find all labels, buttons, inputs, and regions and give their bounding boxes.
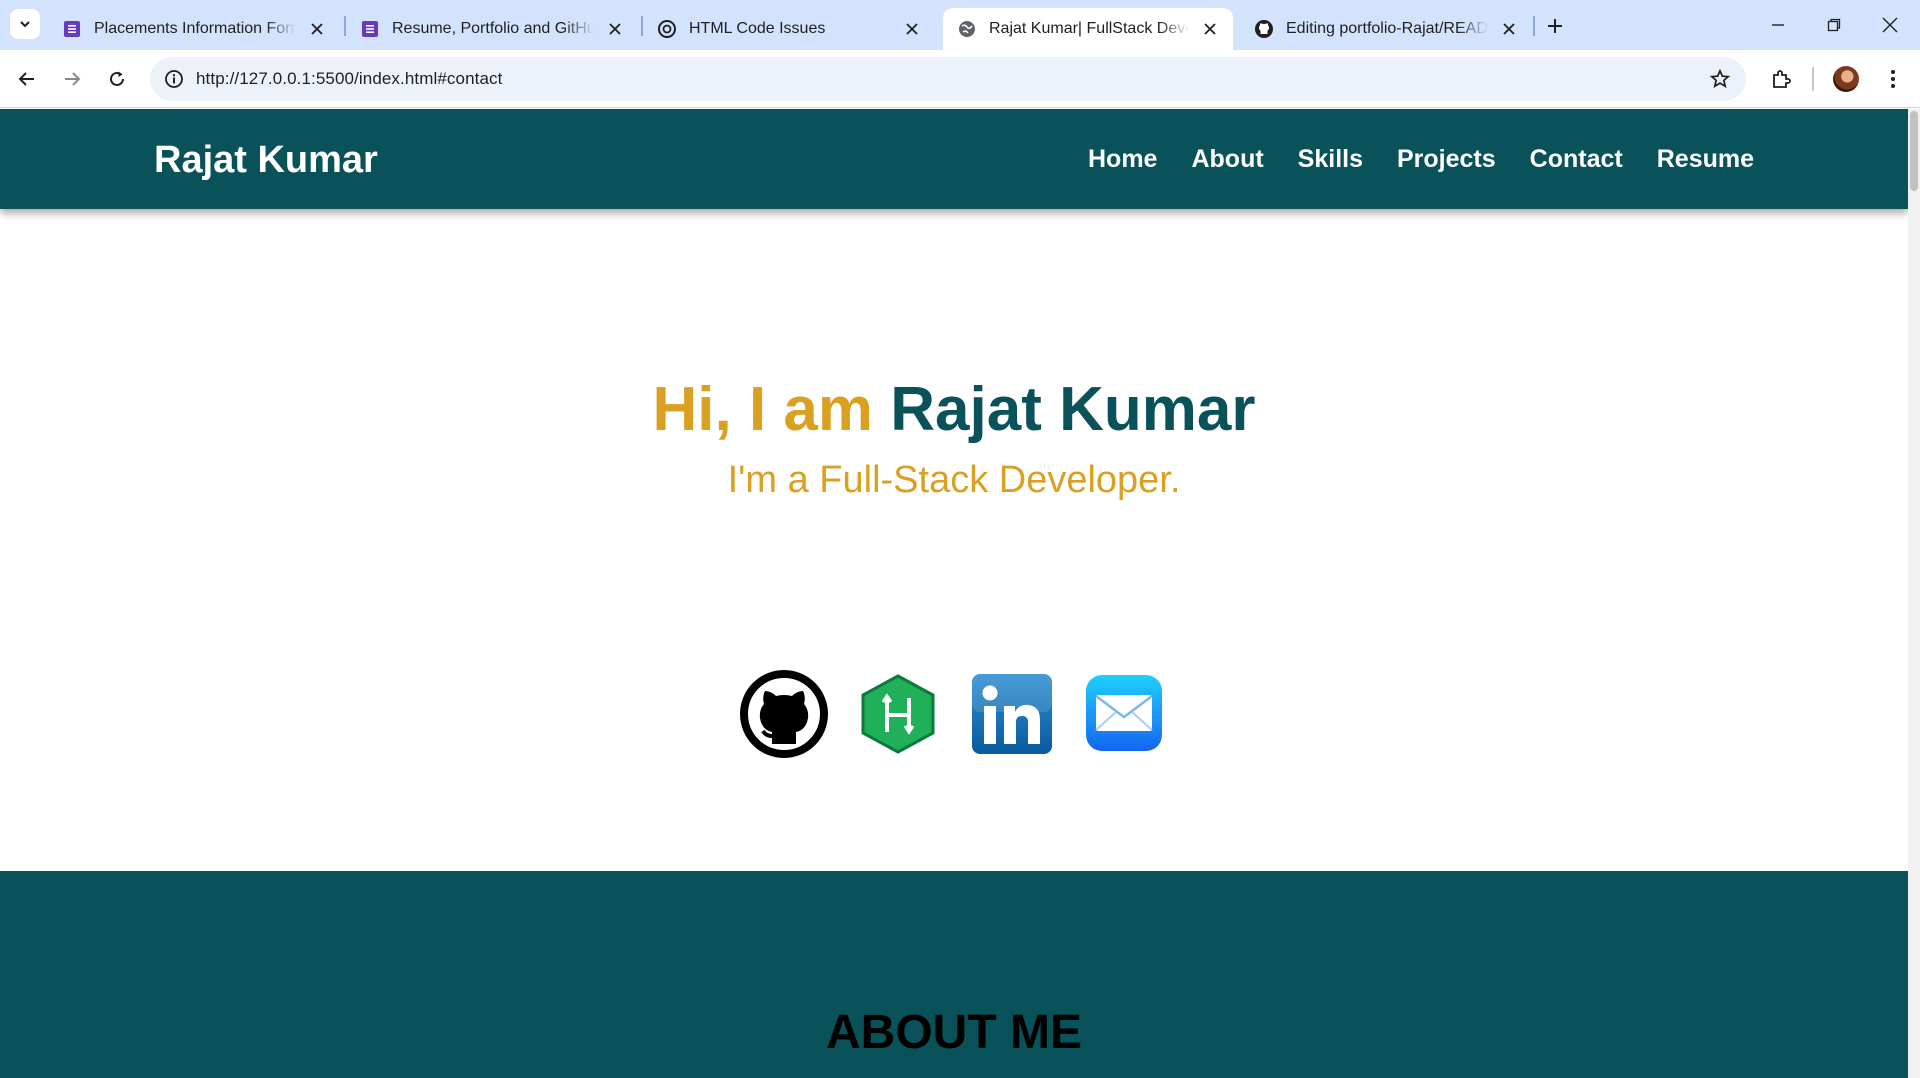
bookmark-star-icon[interactable] xyxy=(1708,67,1732,91)
nav-link-contact[interactable]: Contact xyxy=(1530,145,1623,174)
close-icon[interactable] xyxy=(1199,18,1221,40)
hero-title: Hi, I am Rajat Kumar xyxy=(0,372,1908,448)
hero-section: Hi, I am Rajat Kumar I'm a Full-Stack De… xyxy=(0,209,1908,871)
close-window-button[interactable] xyxy=(1862,0,1918,50)
browser-tab-5[interactable]: Editing portfolio-Rajat/README xyxy=(1240,8,1532,50)
url-text[interactable]: http://127.0.0.1:5500/index.html#contact xyxy=(196,69,502,89)
forms-icon xyxy=(62,19,82,39)
hero-greeting: Hi, I am xyxy=(652,375,874,444)
tab-title: Editing portfolio-Rajat/README xyxy=(1286,20,1488,37)
page-scrollbar[interactable] xyxy=(1908,109,1920,1078)
reload-button[interactable] xyxy=(100,62,134,96)
site-header: Rajat Kumar Home About Skills Projects C… xyxy=(0,109,1908,209)
restore-button[interactable] xyxy=(1806,0,1862,50)
address-bar[interactable]: http://127.0.0.1:5500/index.html#contact xyxy=(150,57,1746,101)
about-section: ABOUT ME xyxy=(0,871,1908,1078)
tab-title: HTML Code Issues xyxy=(689,20,826,37)
minimize-button[interactable] xyxy=(1750,0,1806,50)
site-info-icon[interactable] xyxy=(162,67,186,91)
tab-title: Resume, Portfolio and GitHub xyxy=(392,20,594,37)
nav-link-projects[interactable]: Projects xyxy=(1397,145,1496,174)
browser-tab-active[interactable]: Rajat Kumar| FullStack Develope xyxy=(943,8,1233,50)
tab-search-button[interactable] xyxy=(10,9,40,39)
browser-tab-3[interactable]: HTML Code Issues xyxy=(643,8,935,50)
toolbar-separator xyxy=(1812,67,1814,91)
github-link[interactable] xyxy=(740,670,828,763)
browser-tab-2[interactable]: Resume, Portfolio and GitHub xyxy=(346,8,638,50)
browser-tab-1[interactable]: Placements Information Form - xyxy=(48,8,340,50)
tab-separator xyxy=(1533,16,1535,36)
back-button[interactable] xyxy=(10,62,44,96)
github-icon xyxy=(740,670,828,758)
site-nav: Home About Skills Projects Contact Resum… xyxy=(1088,145,1754,174)
close-icon[interactable] xyxy=(1498,18,1520,40)
browser-toolbar: http://127.0.0.1:5500/index.html#contact xyxy=(0,50,1920,108)
site-brand[interactable]: Rajat Kumar xyxy=(154,139,378,182)
close-icon xyxy=(1882,17,1898,33)
extensions-button[interactable] xyxy=(1764,62,1798,96)
nav-link-about[interactable]: About xyxy=(1191,145,1263,174)
nav-link-resume[interactable]: Resume xyxy=(1657,145,1754,174)
plus-icon xyxy=(1548,19,1562,33)
email-link[interactable] xyxy=(1084,674,1164,757)
arrow-right-icon xyxy=(65,72,81,86)
profile-avatar[interactable] xyxy=(1833,66,1859,92)
forms-icon xyxy=(360,19,380,39)
nav-link-home[interactable]: Home xyxy=(1088,145,1157,174)
chatgpt-icon xyxy=(657,19,677,39)
close-icon[interactable] xyxy=(901,18,923,40)
close-icon[interactable] xyxy=(604,18,626,40)
minimize-icon xyxy=(1772,24,1784,26)
linkedin-link[interactable] xyxy=(970,672,1054,761)
reload-icon xyxy=(110,71,124,86)
chevron-down-icon xyxy=(20,21,30,28)
hero-subtitle: I'm a Full-Stack Developer. xyxy=(727,459,1181,501)
nav-link-skills[interactable]: Skills xyxy=(1298,145,1363,174)
menu-button[interactable] xyxy=(1876,62,1910,96)
hackerrank-link[interactable] xyxy=(860,674,936,759)
scrollbar-thumb[interactable] xyxy=(1910,111,1918,191)
restore-icon xyxy=(1827,18,1841,32)
page-viewport: Rajat Kumar Home About Skills Projects C… xyxy=(0,109,1908,1078)
forward-button[interactable] xyxy=(55,62,89,96)
github-icon xyxy=(1254,19,1274,39)
arrow-left-icon xyxy=(18,72,34,86)
linkedin-icon xyxy=(972,674,1052,754)
browser-tab-bar: Placements Information Form - Resume, Po… xyxy=(0,0,1920,50)
hero-name: Rajat Kumar xyxy=(890,375,1256,444)
new-tab-button[interactable] xyxy=(1542,13,1568,39)
globe-icon xyxy=(957,19,977,39)
tab-title: Placements Information Form - xyxy=(94,20,296,37)
tab-title: Rajat Kumar| FullStack Develope xyxy=(989,20,1189,37)
puzzle-icon xyxy=(1773,70,1791,88)
about-heading: ABOUT ME xyxy=(826,1006,1082,1059)
kebab-menu-icon xyxy=(1891,70,1895,88)
close-icon[interactable] xyxy=(306,18,328,40)
hackerrank-icon xyxy=(861,674,935,754)
mail-icon xyxy=(1086,675,1162,751)
